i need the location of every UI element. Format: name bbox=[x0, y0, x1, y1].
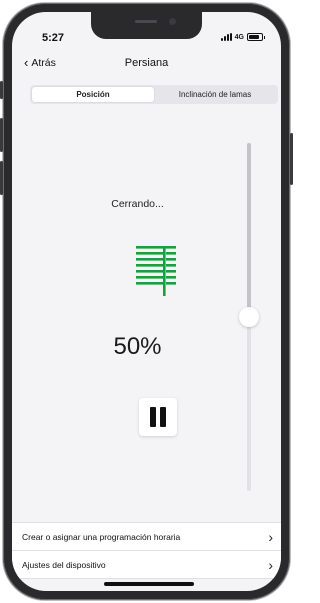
blind-icon bbox=[136, 246, 176, 296]
phone-frame: 5:27 4G ‹ Atrás Persiana Posición Inclin… bbox=[0, 3, 293, 600]
position-percentage: 50% bbox=[113, 333, 162, 360]
pause-button[interactable] bbox=[139, 398, 177, 436]
status-icons: 4G bbox=[220, 33, 265, 41]
signal-icon bbox=[220, 33, 232, 41]
speaker bbox=[135, 20, 157, 23]
front-camera bbox=[169, 18, 176, 25]
silent-switch bbox=[0, 81, 3, 99]
chevron-right-icon: › bbox=[268, 528, 273, 545]
device-settings-row[interactable]: Ajustes del dispositivo › bbox=[12, 551, 281, 579]
segmented-control: Posición Inclinación de lamas bbox=[30, 85, 278, 104]
tab-posicion[interactable]: Posición bbox=[32, 87, 154, 102]
volume-down-button bbox=[0, 161, 3, 195]
power-button bbox=[290, 133, 293, 185]
tab-inclinacion-lamas[interactable]: Inclinación de lamas bbox=[154, 87, 276, 102]
page-title: Persiana bbox=[124, 57, 169, 69]
battery-icon bbox=[247, 33, 265, 41]
chevron-right-icon: › bbox=[268, 556, 273, 573]
home-indicator bbox=[104, 582, 194, 586]
schedule-row[interactable]: Crear o asignar una programación horaria… bbox=[12, 523, 281, 551]
movement-status: Cerrando... bbox=[111, 198, 164, 210]
pause-icon-bar bbox=[160, 407, 166, 427]
device-settings-label: Ajustes del dispositivo bbox=[22, 559, 106, 570]
slider-thumb[interactable] bbox=[239, 307, 259, 327]
pause-icon bbox=[150, 407, 156, 427]
schedule-label: Crear o asignar una programación horaria bbox=[22, 531, 181, 542]
network-type: 4G bbox=[234, 33, 244, 41]
status-time: 5:27 bbox=[42, 32, 65, 44]
notch bbox=[91, 12, 202, 39]
screen: 5:27 4G ‹ Atrás Persiana Posición Inclin… bbox=[12, 12, 281, 591]
slider-fill bbox=[247, 143, 251, 317]
volume-up-button bbox=[0, 118, 3, 152]
settings-list: Crear o asignar una programación horaria… bbox=[12, 522, 281, 579]
